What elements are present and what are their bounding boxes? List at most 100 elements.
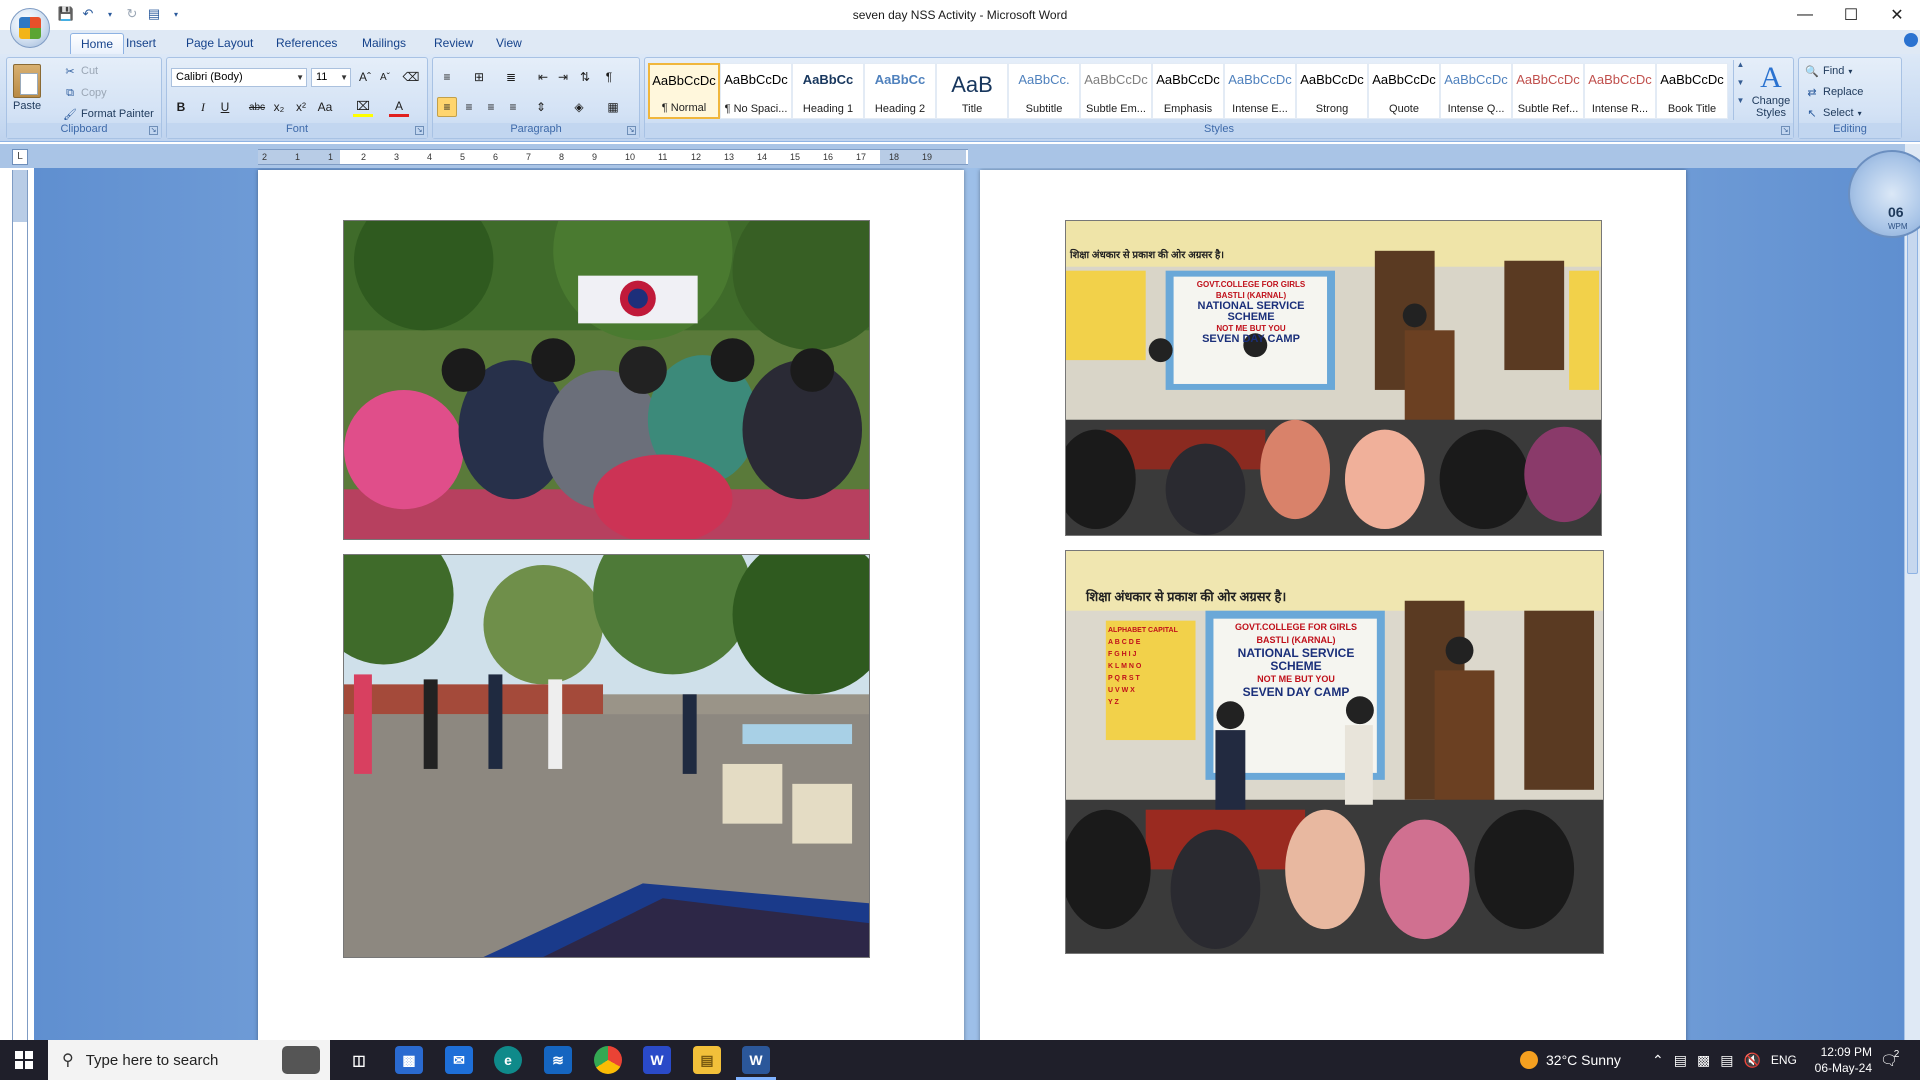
italic-icon[interactable]: I: [193, 97, 213, 117]
horizontal-ruler[interactable]: 2 1 1 2 3 4 5 6 7 8 9 10 11 12 13 14 15 16 17 18 19: [258, 149, 968, 165]
shading-icon[interactable]: ◈: [569, 97, 589, 117]
change-styles-button[interactable]: A Change Styles: [1751, 62, 1791, 120]
align-center-icon[interactable]: ≡: [459, 97, 479, 117]
store-icon[interactable]: ▩: [395, 1046, 423, 1074]
style-8[interactable]: AaBbCcDc Intense E...: [1224, 63, 1296, 119]
font-color-icon[interactable]: A: [389, 97, 409, 117]
style-3[interactable]: AaBbCc Heading 2: [864, 63, 936, 119]
tray-monitor-icon[interactable]: ▩: [1697, 1052, 1710, 1069]
office-button[interactable]: [10, 8, 50, 48]
line-spacing-icon[interactable]: ⇕: [531, 97, 551, 117]
network-icon[interactable]: ▤: [1720, 1052, 1733, 1069]
strikethrough-icon[interactable]: abc: [247, 97, 267, 117]
style-2[interactable]: AaBbCc Heading 1: [792, 63, 864, 119]
volume-icon[interactable]: 🔇: [1743, 1052, 1760, 1069]
tab-references[interactable]: References: [266, 33, 347, 54]
minimize-button[interactable]: —: [1782, 0, 1828, 30]
subscript-icon[interactable]: x₂: [269, 97, 289, 117]
paragraph-launcher-icon[interactable]: ↘: [627, 126, 636, 135]
find-button[interactable]: 🔍 Find ▾: [1805, 64, 1852, 78]
edge-icon[interactable]: e: [494, 1046, 522, 1074]
style-11[interactable]: AaBbCcDc Intense Q...: [1440, 63, 1512, 119]
underline-icon[interactable]: U: [215, 97, 235, 117]
photo-outdoor-gathering[interactable]: [343, 220, 870, 540]
align-left-icon[interactable]: ≡: [437, 97, 457, 117]
font-size-select[interactable]: 11 ▼: [311, 68, 351, 87]
start-button[interactable]: [0, 1040, 48, 1080]
paste-button[interactable]: Paste: [13, 64, 41, 112]
app-icon[interactable]: ≋: [544, 1046, 572, 1074]
document-page-2[interactable]: GOVT.COLLEGE FOR GIRLS BASTLI (KARNAL) N…: [980, 170, 1686, 1040]
weather-widget[interactable]: 32°C Sunny: [1520, 1040, 1621, 1080]
numbering-icon[interactable]: ⊞: [469, 67, 489, 87]
style-12[interactable]: AaBbCcDc Subtle Ref...: [1512, 63, 1584, 119]
format-painter-button[interactable]: 🖌 Format Painter: [63, 107, 154, 121]
clock[interactable]: 12:09 PM 06-May-24: [1815, 1044, 1872, 1076]
sort-icon[interactable]: ⇅: [575, 67, 595, 87]
taskbar-search[interactable]: ⚲ Type here to search: [48, 1040, 330, 1080]
borders-icon[interactable]: ▦: [603, 97, 623, 117]
align-right-icon[interactable]: ≡: [481, 97, 501, 117]
tab-review[interactable]: Review: [424, 33, 483, 54]
task-view-icon[interactable]: ◫: [345, 1046, 373, 1074]
style-7[interactable]: AaBbCcDc Emphasis: [1152, 63, 1224, 119]
styles-launcher-icon[interactable]: ↘: [1781, 126, 1790, 135]
clipboard-launcher-icon[interactable]: ↘: [149, 126, 158, 135]
clear-formatting-icon[interactable]: ⌫: [401, 67, 421, 87]
bullets-icon[interactable]: ≡: [437, 67, 457, 87]
wps-icon[interactable]: W: [643, 1046, 671, 1074]
style-1[interactable]: AaBbCcDc ¶ No Spaci...: [720, 63, 792, 119]
language-indicator[interactable]: ENG: [1771, 1053, 1797, 1067]
photo-classroom-seminar-2[interactable]: GOVT.COLLEGE FOR GIRLS BASTLI (KARNAL) N…: [1065, 550, 1604, 954]
document-page-1[interactable]: [258, 170, 964, 1040]
style-14[interactable]: AaBbCcDc Book Title: [1656, 63, 1728, 119]
photo-courtyard-activity[interactable]: [343, 554, 870, 958]
photo-classroom-seminar-1[interactable]: GOVT.COLLEGE FOR GIRLS BASTLI (KARNAL) N…: [1065, 220, 1602, 536]
vertical-ruler[interactable]: [12, 170, 28, 1040]
font-launcher-icon[interactable]: ↘: [415, 126, 424, 135]
chrome-icon[interactable]: [594, 1046, 622, 1074]
select-button[interactable]: ↖ Select ▾: [1805, 106, 1861, 120]
style-4[interactable]: AaB Title: [936, 63, 1008, 119]
font-family-select[interactable]: Calibri (Body) ▼: [171, 68, 307, 87]
style-9[interactable]: AaBbCcDc Strong: [1296, 63, 1368, 119]
help-icon[interactable]: [1904, 33, 1918, 47]
binoculars-icon: 🔍: [1805, 65, 1819, 78]
vertical-scrollbar[interactable]: [1904, 144, 1920, 1040]
ruler-tick: 7: [526, 152, 532, 162]
tab-selector-button[interactable]: L: [12, 149, 28, 165]
show-marks-icon[interactable]: ¶: [599, 67, 619, 87]
tray-app-icon[interactable]: ▤: [1674, 1052, 1687, 1069]
justify-icon[interactable]: ≡: [503, 97, 523, 117]
chevron-up-icon[interactable]: ⌃: [1652, 1052, 1664, 1069]
highlight-icon[interactable]: ⌧: [353, 97, 373, 117]
style-13[interactable]: AaBbCcDc Intense R...: [1584, 63, 1656, 119]
change-case-icon[interactable]: Aa: [315, 97, 335, 117]
increase-indent-icon[interactable]: ⇥: [553, 67, 573, 87]
style-6[interactable]: AaBbCcDc Subtle Em...: [1080, 63, 1152, 119]
close-button[interactable]: ✕: [1874, 0, 1920, 30]
mail-icon[interactable]: ✉: [445, 1046, 473, 1074]
superscript-icon[interactable]: x²: [291, 97, 311, 117]
style-5[interactable]: AaBbCc. Subtitle: [1008, 63, 1080, 119]
decrease-indent-icon[interactable]: ⇤: [533, 67, 553, 87]
grow-font-icon[interactable]: Aˆ: [355, 67, 375, 87]
shrink-font-icon[interactable]: Aˇ: [375, 67, 395, 87]
cut-button[interactable]: ✂ Cut: [63, 64, 98, 78]
maximize-button[interactable]: ☐: [1828, 0, 1874, 30]
tab-mailings[interactable]: Mailings: [352, 33, 416, 54]
style-0[interactable]: AaBbCcDc ¶ Normal: [648, 63, 720, 119]
tab-insert[interactable]: Insert: [116, 33, 166, 54]
tab-page-layout[interactable]: Page Layout: [176, 33, 263, 54]
document-workspace[interactable]: GOVT.COLLEGE FOR GIRLS BASTLI (KARNAL) N…: [34, 168, 1904, 1040]
notification-center[interactable]: 🗨 2: [1880, 1040, 1899, 1080]
copy-button[interactable]: ⧉ Copy: [63, 86, 107, 100]
ruler-tick: 15: [790, 152, 801, 162]
replace-button[interactable]: ⇄ Replace: [1805, 85, 1863, 99]
bold-icon[interactable]: B: [171, 97, 191, 117]
style-10[interactable]: AaBbCcDc Quote: [1368, 63, 1440, 119]
multilevel-list-icon[interactable]: ≣: [501, 67, 521, 87]
file-explorer-icon[interactable]: ▤: [693, 1046, 721, 1074]
word-icon[interactable]: W: [742, 1046, 770, 1074]
tab-view[interactable]: View: [486, 33, 532, 54]
